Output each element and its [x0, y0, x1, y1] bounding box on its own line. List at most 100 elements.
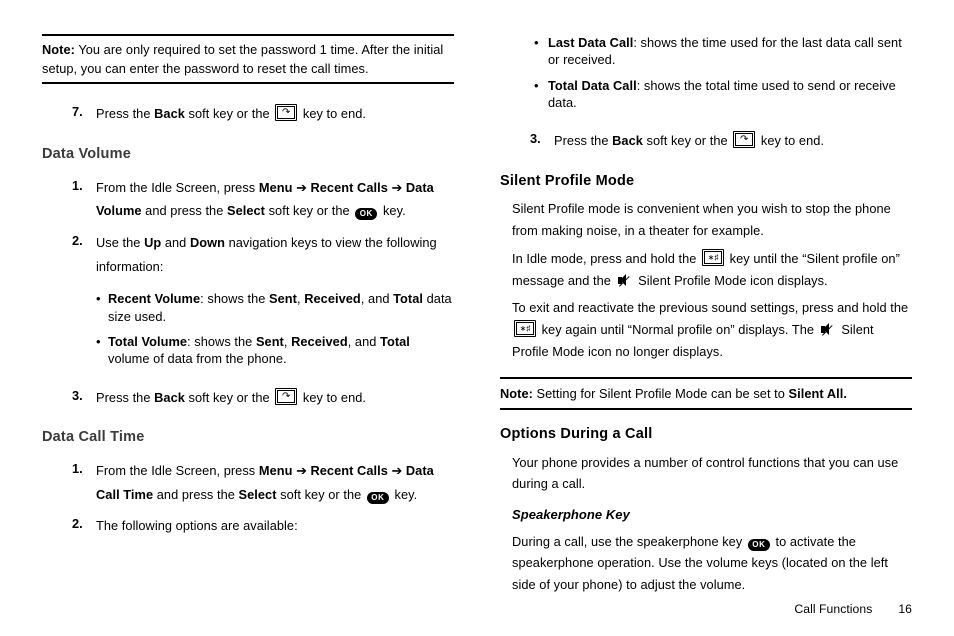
note-box-2: Note: Setting for Silent Profile Mode ca… [500, 377, 912, 410]
t: , and [361, 291, 393, 306]
t: To exit and reactivate the previous soun… [512, 300, 908, 315]
step-list-7: Press the Back soft key or the ↷ key to … [42, 98, 454, 130]
t: Silent All. [789, 386, 847, 401]
t: soft key or the [185, 390, 273, 405]
ok-key-icon: OK [367, 492, 389, 504]
dct-step-3: Press the Back soft key or the ↷ key to … [500, 125, 912, 157]
t: soft key or the [265, 203, 353, 218]
dct-step-1: From the Idle Screen, press Menu ➔ Recen… [42, 455, 454, 510]
t: Menu [259, 180, 293, 195]
glyph: ∗♯ [515, 321, 535, 336]
t: ➔ [388, 463, 406, 478]
footer-page-number: 16 [898, 602, 912, 616]
dct-step-1-text: From the Idle Screen, press Menu ➔ Recen… [96, 459, 454, 506]
silent-p2: In Idle mode, press and hold the ∗♯ key … [512, 248, 912, 292]
t: Recent Volume [108, 291, 200, 306]
t: Total [393, 291, 423, 306]
t: Back [154, 390, 185, 405]
t: During a call, use the speakerphone key [512, 534, 746, 549]
end-key-icon: ↷ [275, 104, 297, 121]
dv-step-1: From the Idle Screen, press Menu ➔ Recen… [42, 172, 454, 227]
t: Press the [96, 390, 154, 405]
heading-data-volume: Data Volume [42, 144, 454, 166]
left-column: Note: You are only required to set the p… [42, 34, 454, 616]
t: Setting for Silent Profile Mode can be s… [533, 386, 789, 401]
dv-step-2: Use the Up and Down navigation keys to v… [42, 227, 454, 381]
dct-bullet-1: Last Data Call: shows the time used for … [534, 34, 912, 77]
glyph: ∗♯ [703, 250, 723, 265]
t: , and [348, 334, 380, 349]
data-volume-steps: From the Idle Screen, press Menu ➔ Recen… [42, 172, 454, 413]
end-key-icon: ↷ [733, 131, 755, 148]
options-p2: During a call, use the speakerphone key … [512, 531, 912, 596]
dv-bullet-1: Recent Volume: shows the Sent, Received,… [96, 288, 454, 331]
silent-p1: Silent Profile mode is convenient when y… [512, 198, 912, 242]
right-column: Last Data Call: shows the time used for … [500, 34, 912, 616]
t: key. [391, 487, 417, 502]
t: Menu [259, 463, 293, 478]
ok-key-icon: OK [748, 539, 770, 551]
heading-options-during-call: Options During a Call [500, 424, 912, 446]
glyph: ↷ [734, 132, 754, 147]
dct-step3-list: Press the Back soft key or the ↷ key to … [500, 125, 912, 157]
t: key to end. [757, 133, 824, 148]
t: volume of data from the phone. [108, 351, 287, 366]
dct-step-3-text: Press the Back soft key or the ↷ key to … [554, 133, 824, 148]
t: Last Data Call [548, 35, 633, 50]
t: Select [227, 203, 265, 218]
silent-mode-icon [820, 323, 836, 336]
dv-step-3: Press the Back soft key or the ↷ key to … [42, 382, 454, 414]
t: From the Idle Screen, press [96, 463, 259, 478]
dct-step-2-text: The following options are available: [96, 518, 298, 533]
t: key. [379, 203, 405, 218]
t: Recent Calls [310, 463, 387, 478]
glyph: ↷ [276, 389, 296, 404]
t: key again until “Normal profile on” disp… [538, 322, 818, 337]
t: Press the [96, 106, 154, 121]
t: soft key or the [277, 487, 365, 502]
t: ➔ [388, 180, 406, 195]
note-box-1: Note: You are only required to set the p… [42, 34, 454, 84]
page: Note: You are only required to set the p… [0, 0, 954, 636]
t: Back [154, 106, 185, 121]
glyph: ↷ [276, 105, 296, 120]
t: : shows the [200, 291, 269, 306]
t: Sent [269, 291, 297, 306]
t: , [284, 334, 291, 349]
heading-data-call-time: Data Call Time [42, 427, 454, 449]
t: key to end. [299, 106, 366, 121]
t: Press the [554, 133, 612, 148]
dv-step-1-text: From the Idle Screen, press Menu ➔ Recen… [96, 176, 454, 223]
t: and [161, 235, 190, 250]
t: and press the [142, 203, 227, 218]
silent-p3: To exit and reactivate the previous soun… [512, 297, 912, 362]
dv-bullet-2: Total Volume: shows the Sent, Received, … [96, 331, 454, 374]
t: Received [304, 291, 361, 306]
t: ➔ [292, 463, 310, 478]
t: Total [380, 334, 410, 349]
footer-section: Call Functions [794, 602, 872, 616]
silent-mode-icon [617, 274, 633, 287]
t: Silent Profile Mode icon displays. [635, 273, 828, 288]
t: ➔ [292, 180, 310, 195]
t: and press the [153, 487, 238, 502]
dv-bullets: Recent Volume: shows the Sent, Received,… [96, 288, 454, 373]
t: soft key or the [185, 106, 273, 121]
t: Recent Calls [310, 180, 387, 195]
t: Received [291, 334, 348, 349]
t: soft key or the [643, 133, 731, 148]
page-footer: Call Functions 16 [794, 600, 912, 618]
t: Select [239, 487, 277, 502]
heading-silent-profile: Silent Profile Mode [500, 171, 912, 193]
end-key-icon: ↷ [275, 388, 297, 405]
data-call-time-steps: From the Idle Screen, press Menu ➔ Recen… [42, 455, 454, 542]
dct-step-2: The following options are available: [42, 510, 454, 542]
note-label: Note: [42, 42, 75, 57]
t: Sent [256, 334, 284, 349]
t: Down [190, 235, 225, 250]
note-text: You are only required to set the passwor… [42, 42, 443, 76]
dv-step-3-text: Press the Back soft key or the ↷ key to … [96, 390, 366, 405]
hash-key-icon: ∗♯ [514, 320, 536, 337]
hash-key-icon: ∗♯ [702, 249, 724, 266]
t: Back [612, 133, 643, 148]
